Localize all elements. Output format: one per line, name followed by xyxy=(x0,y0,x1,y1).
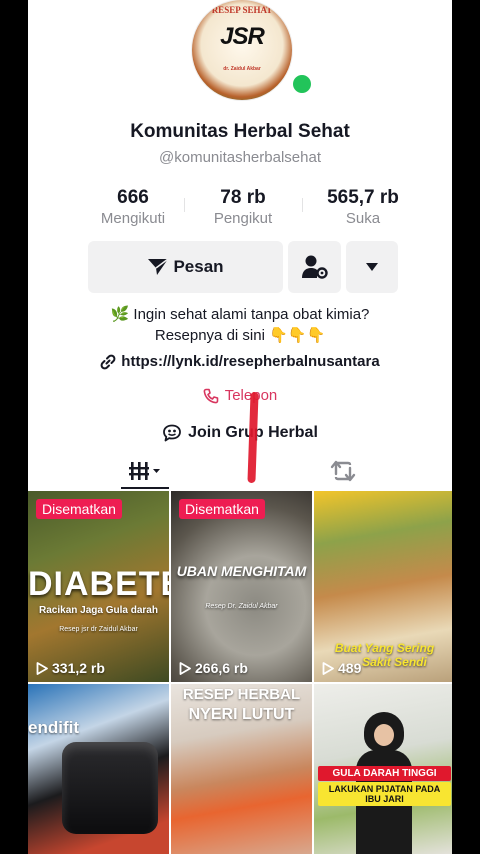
play-icon xyxy=(36,661,48,675)
phone-button[interactable]: Telepon xyxy=(28,387,452,404)
message-button[interactable]: Pesan xyxy=(88,241,283,293)
online-status-dot xyxy=(290,72,314,96)
avatar-logo: JSR xyxy=(220,23,265,50)
phone-icon xyxy=(203,388,219,403)
view-count-value: 331,2 rb xyxy=(52,660,105,676)
avatar-author: dr. Zaidul Akbar xyxy=(223,66,261,72)
caret-down-icon xyxy=(366,263,378,271)
view-count: 331,2 rb xyxy=(36,660,105,676)
video-subtitle: NYERI LUTUT xyxy=(188,706,295,723)
stat-followers-value: 78 rb xyxy=(220,187,266,208)
repost-icon xyxy=(330,460,356,482)
video-title: GULA DARAH TINGGI xyxy=(318,766,451,781)
join-group-button[interactable]: Join Grup Herbal xyxy=(28,424,452,442)
play-icon xyxy=(179,661,191,675)
tab-videos[interactable] xyxy=(120,451,170,491)
video-tile[interactable]: Buat Yang Sering Sakit Sendi 489 xyxy=(314,491,452,682)
video-caption: Resep jsr dr Zaidul Akbar xyxy=(59,626,138,633)
video-caption: Resep Dr. Zaidul Akbar xyxy=(205,603,278,610)
videos-grid-icon xyxy=(129,462,160,480)
video-subtitle: Racikan Jaga Gula darah xyxy=(39,605,158,616)
stats-row: 666 Mengikuti 78 rb Pengikut 565,7 rb Su… xyxy=(78,186,408,230)
presenter-face xyxy=(374,724,394,746)
stat-following-label: Mengikuti xyxy=(100,210,166,227)
video-tile[interactable]: Disematkan DIABETES Racikan Jaga Gula da… xyxy=(28,491,169,682)
group-chat-icon xyxy=(163,424,181,442)
add-friend-button[interactable] xyxy=(288,241,341,293)
stat-following-value: 666 xyxy=(117,187,149,208)
stat-divider xyxy=(184,198,185,212)
video-tile[interactable]: GULA DARAH TINGGI LAKUKAN PIJATAN PADA I… xyxy=(314,684,452,854)
bio-link[interactable]: https://lynk.id/resepherbalnusantara xyxy=(28,353,452,370)
active-tab-indicator xyxy=(121,487,169,489)
tab-repost[interactable] xyxy=(318,451,368,491)
video-tile[interactable]: Disematkan UBAN MENGHITAM Resep Dr. Zaid… xyxy=(171,491,312,682)
stat-followers[interactable]: 78 rb Pengikut xyxy=(188,186,298,228)
stat-followers-label: Pengikut xyxy=(213,210,273,227)
bio-link-text: https://lynk.id/resepherbalnusantara xyxy=(121,353,380,370)
more-options-button[interactable] xyxy=(346,241,398,293)
stat-likes[interactable]: 565,7 rb Suka xyxy=(308,186,418,228)
profile-handle: @komunitasherbalsehat xyxy=(159,149,321,166)
stat-following[interactable]: 666 Mengikuti xyxy=(78,186,188,228)
play-icon xyxy=(322,661,334,675)
profile-name: Komunitas Herbal Sehat xyxy=(130,121,350,142)
video-tile[interactable]: RESEP HERBAL NYERI LUTUT xyxy=(171,684,312,854)
link-icon xyxy=(100,354,116,369)
pinned-badge: Disematkan xyxy=(36,499,122,519)
video-tile[interactable]: endifit xyxy=(28,684,169,854)
bio-line: Resepnya di sini 👇👇👇 xyxy=(154,327,326,344)
avatar-text-top: RESEP SEHAT xyxy=(211,5,273,15)
content-tabs xyxy=(28,451,452,491)
bio-line: 🌿 Ingin sehat alami tanpa obat kimia? xyxy=(110,306,370,323)
view-count-value: 266,6 rb xyxy=(195,660,248,676)
view-count-value: 489 xyxy=(338,660,362,676)
stat-likes-label: Suka xyxy=(345,210,381,227)
message-button-label: Pesan xyxy=(173,257,224,276)
video-title: Buat Yang Sering xyxy=(334,641,435,655)
stat-likes-value: 565,7 rb xyxy=(327,187,399,208)
pinned-badge: Disematkan xyxy=(179,499,265,519)
person-gear-icon xyxy=(301,255,328,279)
stat-divider xyxy=(302,198,303,212)
avatar[interactable]: RESEP SEHAT JSR dr. Zaidul Akbar xyxy=(192,0,292,100)
profile-screen: RESEP SEHAT JSR dr. Zaidul Akbar Komunit… xyxy=(28,0,452,854)
video-title: RESEP HERBAL xyxy=(182,686,301,703)
product-jar xyxy=(62,742,158,834)
product-label: endifit xyxy=(28,718,79,737)
video-title: DIABETES xyxy=(28,565,169,603)
send-icon xyxy=(148,258,169,275)
bio: 🌿 Ingin sehat alami tanpa obat kimia? Re… xyxy=(28,304,452,346)
view-count: 266,6 rb xyxy=(179,660,248,676)
video-subtitle: LAKUKAN PIJATAN PADA IBU JARI xyxy=(318,782,451,806)
video-title: UBAN MENGHITAM xyxy=(176,563,307,579)
video-grid: Disematkan DIABETES Racikan Jaga Gula da… xyxy=(28,491,452,854)
view-count: 489 xyxy=(322,660,361,676)
